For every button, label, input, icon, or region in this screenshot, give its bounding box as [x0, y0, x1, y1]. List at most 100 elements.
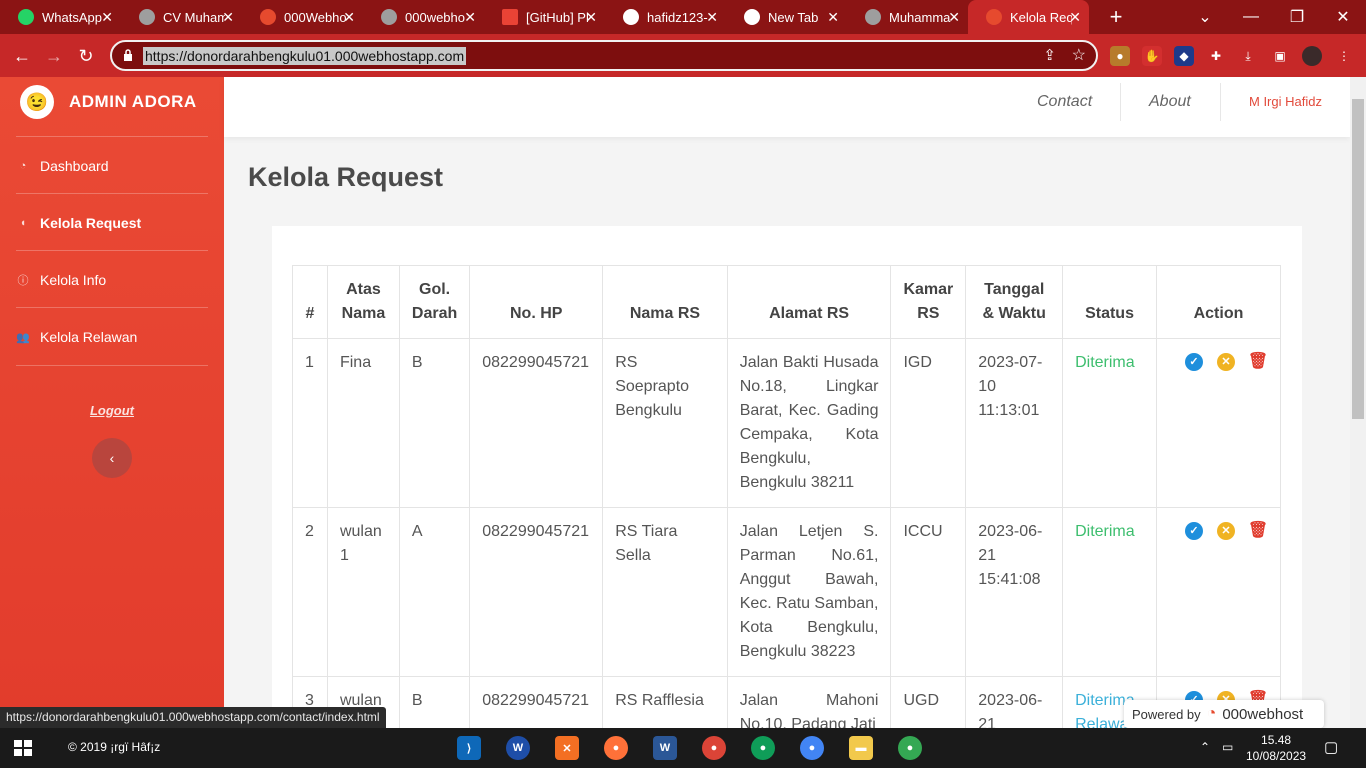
- close-icon[interactable]: ✕: [222, 9, 234, 25]
- new-tab-button[interactable]: +: [1101, 4, 1131, 30]
- table-row: 2 wulan 1 A 082299045721 RS Tiara Sella …: [292, 507, 1282, 677]
- close-icon[interactable]: ✕: [706, 9, 718, 25]
- forward-icon[interactable]: →: [41, 43, 67, 69]
- sidebar-toggle-button[interactable]: ‹: [92, 438, 132, 478]
- xampp-icon[interactable]: ✕: [555, 736, 579, 760]
- divider: [16, 307, 208, 308]
- tab-kelola-request[interactable]: Kelola Req ✕: [968, 0, 1089, 34]
- cookie-extension-icon[interactable]: ●: [1110, 46, 1130, 66]
- tab-github[interactable]: hafidz123- ✕: [605, 0, 726, 34]
- reload-icon[interactable]: ↻: [73, 43, 99, 69]
- nama-rs-cell: RS Tiara Sella: [602, 507, 728, 677]
- puzzle-extensions-icon[interactable]: ✚: [1206, 46, 1226, 66]
- sidebar-item-kelola-relawan[interactable]: 👥 Kelola Relawan: [16, 317, 208, 357]
- no-hp-cell: 082299045721: [469, 338, 604, 508]
- tab-search-icon[interactable]: ⌄: [1182, 0, 1228, 34]
- download-icon[interactable]: ⤓: [1238, 46, 1258, 66]
- chrome-profile-icon[interactable]: ●: [800, 736, 824, 760]
- windows-start-icon[interactable]: [14, 740, 32, 756]
- globe-icon: [381, 9, 397, 25]
- no-hp-cell: 082299045721: [469, 507, 604, 677]
- page-scrollbar[interactable]: [1350, 77, 1366, 728]
- side-panel-icon[interactable]: ▣: [1270, 46, 1290, 66]
- column-header: #: [292, 265, 328, 339]
- sidebar-item-kelola-request[interactable]: ◖ Kelola Request: [16, 203, 208, 243]
- logout-link[interactable]: Logout: [0, 403, 224, 418]
- sidebar: 😉 ADMIN ADORA ◔ Dashboard ◖ Kelola Reque…: [0, 77, 224, 728]
- users-icon: 👥: [16, 331, 30, 344]
- profile-avatar[interactable]: [1302, 46, 1322, 66]
- battery-icon[interactable]: ▭: [1222, 740, 1233, 754]
- close-icon[interactable]: ✕: [101, 9, 113, 25]
- address-bar[interactable]: https://donordarahbengkulu01.000webhosta…: [110, 40, 1098, 71]
- row-number: 1: [292, 338, 328, 508]
- trash-icon[interactable]: 🗑: [1248, 522, 1268, 540]
- reject-x-icon[interactable]: ✕: [1216, 522, 1235, 540]
- chrome-profile-icon[interactable]: ●: [751, 736, 775, 760]
- tab-whatsapp[interactable]: WhatsApp ✕: [0, 0, 121, 34]
- firefox-icon[interactable]: ●: [604, 736, 628, 760]
- close-window-button[interactable]: ✕: [1320, 0, 1366, 34]
- tab-gmail[interactable]: [GitHub] Pl ✕: [484, 0, 605, 34]
- brand[interactable]: 😉 ADMIN ADORA: [20, 85, 197, 119]
- column-header: Status: [1062, 265, 1157, 339]
- gol-darah-cell: A: [398, 507, 471, 677]
- tab-000webhost[interactable]: 000Webho ✕: [242, 0, 363, 34]
- sidebar-item-dashboard[interactable]: ◔ Dashboard: [16, 146, 208, 186]
- minimize-button[interactable]: —: [1228, 0, 1274, 34]
- menu-icon[interactable]: ⋮: [1334, 46, 1354, 66]
- column-header: Alamat RS: [726, 265, 892, 339]
- user-name[interactable]: M Irgi Hafidz: [1249, 94, 1322, 109]
- powered-brand: 000webhost: [1222, 705, 1304, 723]
- sidebar-item-kelola-info[interactable]: ⓘ Kelola Info: [16, 260, 208, 300]
- chrome-icon[interactable]: ●: [702, 736, 726, 760]
- about-link[interactable]: About: [1149, 93, 1191, 111]
- lock-icon: [124, 49, 132, 61]
- close-icon[interactable]: ✕: [585, 9, 597, 25]
- bookmark-star-icon[interactable]: ☆: [1072, 45, 1086, 65]
- browser-tab-bar: WhatsApp ✕ CV Muham ✕ 000Webho ✕ 000webho ✕ …: [0, 0, 1366, 34]
- close-icon[interactable]: ✕: [464, 9, 476, 25]
- column-header: Atas Nama: [326, 265, 400, 339]
- chevron-up-icon[interactable]: ⌃: [1200, 740, 1210, 754]
- scrollbar-thumb[interactable]: [1352, 99, 1364, 419]
- close-icon[interactable]: ✕: [343, 9, 355, 25]
- action-cell: ✓ ✕ 🗑: [1155, 507, 1282, 677]
- action-cell: ✓ ✕ 🗑: [1155, 338, 1282, 508]
- taskbar-label: © 2019 ¡rgï Hâf¡z: [68, 740, 161, 754]
- column-header: Tanggal & Waktu: [965, 265, 1064, 339]
- tab-muhamma[interactable]: Muhamma ✕: [847, 0, 968, 34]
- powered-by-label: Powered by: [1132, 706, 1201, 722]
- tab-cv[interactable]: CV Muham ✕: [121, 0, 242, 34]
- table-row: 1 Fina B 082299045721 RS Soeprapto Bengk…: [292, 338, 1282, 508]
- notification-icon[interactable]: ▢: [1324, 738, 1338, 756]
- vscode-icon[interactable]: ⟩: [457, 736, 481, 760]
- url-text[interactable]: https://donordarahbengkulu01.000webhosta…: [143, 47, 467, 65]
- status-cell: Diterima: [1062, 507, 1157, 677]
- close-icon[interactable]: ✕: [1069, 9, 1081, 25]
- back-icon[interactable]: ←: [9, 43, 35, 69]
- cube-extension-icon[interactable]: ◆: [1174, 46, 1194, 66]
- tab-new-tab[interactable]: New Tab ✕: [726, 0, 847, 34]
- reject-x-icon[interactable]: ✕: [1216, 353, 1235, 371]
- webhost-logo-icon: ◔: [1206, 705, 1217, 722]
- share-icon[interactable]: ⇪: [1043, 46, 1056, 64]
- contact-link[interactable]: Contact: [1037, 93, 1092, 111]
- app-w-icon[interactable]: W: [506, 736, 530, 760]
- adblock-extension-icon[interactable]: ✋: [1142, 46, 1162, 66]
- accept-check-icon[interactable]: ✓: [1184, 353, 1203, 371]
- powered-by-badge[interactable]: Powered by ◔ 000webhost: [1124, 700, 1324, 728]
- trash-icon[interactable]: 🗑: [1248, 353, 1268, 371]
- tab-000webhost-2[interactable]: 000webho ✕: [363, 0, 484, 34]
- word-icon[interactable]: W: [653, 736, 677, 760]
- info-icon: ⓘ: [17, 275, 29, 287]
- accept-check-icon[interactable]: ✓: [1184, 522, 1203, 540]
- sidebar-item-label: Dashboard: [40, 158, 109, 174]
- taskbar-clock[interactable]: 15.48 10/08/2023: [1246, 732, 1306, 764]
- close-icon[interactable]: ✕: [948, 9, 960, 25]
- gmail-icon: [502, 9, 518, 25]
- maximize-button[interactable]: ❐: [1274, 0, 1320, 34]
- chrome-profile-icon[interactable]: ●: [898, 736, 922, 760]
- file-explorer-icon[interactable]: ▬: [849, 736, 873, 760]
- close-icon[interactable]: ✕: [827, 9, 839, 25]
